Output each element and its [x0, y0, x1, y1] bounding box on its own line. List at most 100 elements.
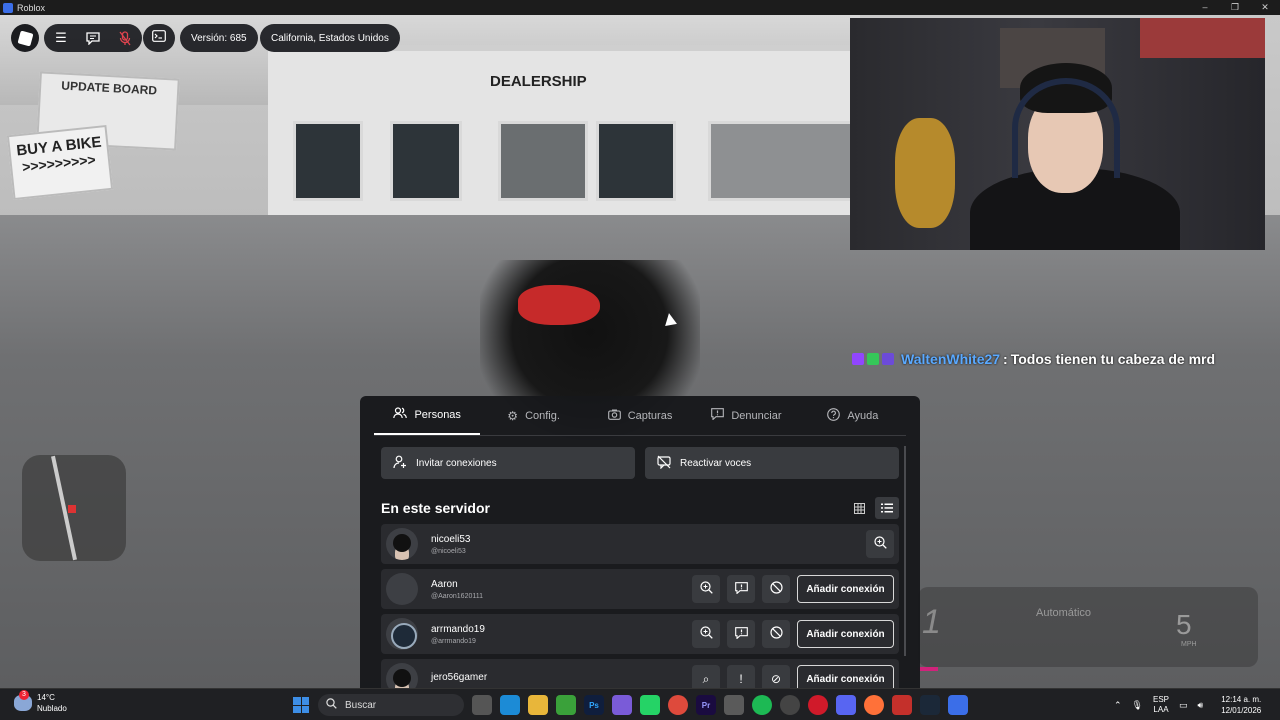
close-window-button[interactable]: ✕ [1250, 2, 1280, 13]
view-toggle [847, 497, 899, 519]
start-button[interactable] [293, 697, 309, 713]
zoom-icon [699, 581, 713, 597]
player-display-name: Aaron [431, 578, 458, 590]
microphone-muted-icon[interactable] [116, 29, 134, 47]
inspect-button[interactable] [692, 575, 720, 603]
building-door [498, 121, 588, 201]
display-icon[interactable]: ▭ [1179, 700, 1188, 711]
roblox-app-icon [3, 2, 13, 13]
player-row[interactable]: arrmando19 @arrmando19 Añadir conexión [381, 614, 899, 654]
report-icon [734, 626, 748, 642]
clock[interactable]: 12:14 a. m. 12/01/2026 [1221, 694, 1261, 716]
building-window [596, 121, 676, 201]
unmute-voices-button[interactable]: Reactivar voces [645, 447, 899, 479]
window-title: Roblox [17, 2, 46, 13]
report-player-button[interactable]: ! [727, 665, 755, 688]
avatar [386, 573, 418, 605]
list-view-icon[interactable] [875, 497, 899, 519]
chat-icon[interactable] [84, 29, 102, 47]
task-view-icon[interactable] [472, 695, 492, 715]
report-player-button[interactable] [727, 575, 755, 603]
window-controls: – ❐ ✕ [1190, 2, 1280, 13]
tab-ayuda[interactable]: Ayuda [800, 396, 906, 435]
invite-connections-button[interactable]: Invitar conexiones [381, 447, 635, 479]
search-placeholder: Buscar [345, 699, 377, 711]
grid-view-icon[interactable] [847, 497, 871, 519]
player-marker-icon [68, 505, 76, 513]
microphone-icon[interactable]: 🎙︎ [1132, 700, 1143, 711]
photoshop-icon[interactable]: Ps [584, 695, 604, 715]
weather-widget[interactable]: 3 14°C Nublado [14, 690, 67, 714]
hud-toolbar: ☰ [44, 24, 142, 52]
block-button[interactable] [762, 575, 790, 603]
add-connection-button[interactable]: Añadir conexión [797, 620, 894, 648]
recorder-icon[interactable] [892, 695, 912, 715]
tab-capturas[interactable]: Capturas [587, 396, 693, 435]
steam-icon[interactable] [920, 695, 940, 715]
file-explorer-icon[interactable] [528, 695, 548, 715]
plush-toy [895, 118, 955, 228]
block-button[interactable] [762, 620, 790, 648]
temperature: 14°C [37, 693, 55, 702]
roblox-logo-icon [17, 30, 33, 46]
premiere-icon[interactable]: Pr [696, 695, 716, 715]
opera-icon[interactable] [808, 695, 828, 715]
clock-time: 12:14 a. m. [1221, 695, 1262, 704]
player-row[interactable]: Aaron @Aaron1620111 Añadir conexión [381, 569, 899, 609]
firefox-icon[interactable] [864, 695, 884, 715]
twitch-badge-icon [852, 353, 864, 365]
block-icon [769, 581, 783, 597]
maximize-button[interactable]: ❐ [1220, 2, 1250, 13]
add-connection-button[interactable]: Añadir conexión [797, 575, 894, 603]
store-icon[interactable] [724, 695, 744, 715]
add-connection-button[interactable]: Añadir conexión [797, 665, 894, 688]
player-row[interactable]: jero56gamer ⌕ ! ⊘ Añadir conexión [381, 659, 899, 688]
building-garage [708, 121, 853, 201]
inspect-button[interactable] [866, 530, 894, 558]
taskbar-search[interactable]: Buscar [318, 694, 464, 716]
console-button[interactable] [143, 24, 175, 52]
console-icon [152, 29, 166, 47]
avatar [386, 663, 418, 688]
report-icon [711, 408, 725, 423]
chat-username: WaltenWhite27 [901, 351, 1001, 367]
chrome-icon[interactable] [668, 695, 688, 715]
minecraft-icon[interactable] [556, 695, 576, 715]
region-badge: California, Estados Unidos [260, 24, 400, 52]
player-username: @nicoeli53 [431, 547, 466, 555]
tab-denunciar[interactable]: Denunciar [693, 396, 799, 435]
obs-icon[interactable] [780, 695, 800, 715]
edge-icon[interactable] [500, 695, 520, 715]
verified-badge-icon [867, 353, 879, 365]
copilot-icon[interactable] [612, 695, 632, 715]
add-person-icon [393, 455, 407, 472]
language-indicator[interactable]: ESP LAA [1153, 695, 1169, 715]
player-username: @Aaron1620111 [431, 592, 483, 600]
roblox-menu-button[interactable] [11, 24, 39, 52]
tab-personas[interactable]: Personas [374, 396, 481, 435]
zoom-icon: ⌕ [702, 671, 710, 686]
tab-config[interactable]: ⚙ Config. [480, 396, 586, 435]
chevron-up-icon[interactable]: ⌃ [1114, 700, 1122, 711]
panel-scrollbar[interactable] [904, 446, 906, 656]
whatsapp-icon[interactable] [640, 695, 660, 715]
voice-off-icon [657, 455, 671, 472]
server-section-header: En este servidor [381, 497, 899, 519]
report-player-button[interactable] [727, 620, 755, 648]
block-button[interactable]: ⊘ [762, 665, 790, 688]
weather-condition: Nublado [37, 704, 67, 713]
discord-icon[interactable] [836, 695, 856, 715]
menu-icon[interactable]: ☰ [52, 29, 70, 47]
inspect-button[interactable]: ⌕ [692, 665, 720, 688]
minimize-button[interactable]: – [1190, 2, 1220, 13]
system-tray: ⌃ 🎙︎ ESP LAA ▭ 🔊︎ 12:14 a. m. 12/01/2026 [1114, 689, 1261, 720]
spotify-icon[interactable] [752, 695, 772, 715]
wall-poster [1140, 18, 1265, 58]
red-cow-accessory [518, 285, 600, 325]
chat-text: Todos tienen tu cabeza de mrd [1010, 351, 1216, 367]
inspect-button[interactable] [692, 620, 720, 648]
player-row[interactable]: nicoeli53 @nicoeli53 [381, 524, 899, 564]
volume-icon[interactable]: 🔊︎ [1198, 700, 1204, 711]
version-badge: Versión: 685 [180, 24, 258, 52]
roblox-taskbar-icon[interactable] [948, 695, 968, 715]
